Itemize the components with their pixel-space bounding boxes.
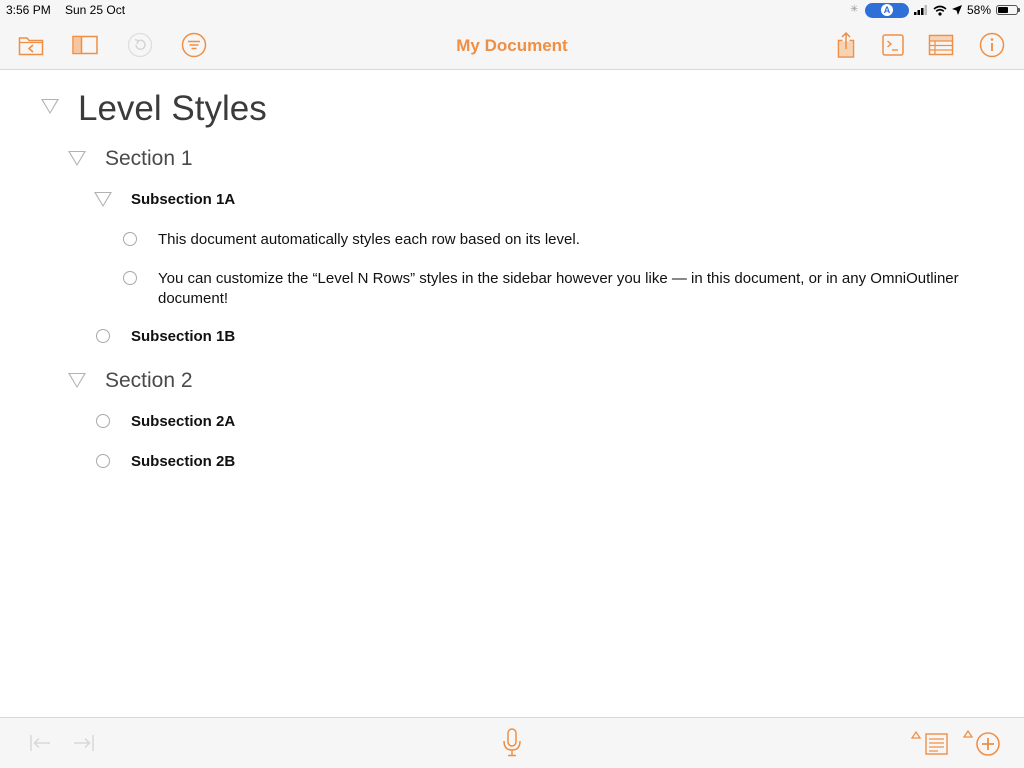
outline-row-section2[interactable]: Section 2 <box>0 369 1024 399</box>
document-title[interactable]: My Document <box>0 36 1024 56</box>
disclosure-triangle-icon[interactable] <box>41 99 59 114</box>
wifi-icon <box>933 5 947 16</box>
info-button[interactable] <box>979 32 1005 58</box>
dictation-button[interactable] <box>500 728 524 757</box>
row-handle-circle-icon[interactable] <box>96 454 110 468</box>
outline-row-leaf[interactable]: You can customize the “Level N Rows” sty… <box>0 270 1024 312</box>
outline-row-subsection2b[interactable]: Subsection 2B <box>0 453 1024 475</box>
add-row-button[interactable] <box>962 729 1002 756</box>
outdent-icon <box>30 735 50 751</box>
console-button[interactable] <box>880 32 906 58</box>
outline-row-subsection1a[interactable]: Subsection 1A <box>0 191 1024 213</box>
status-indicators: ✳ A 58% <box>849 2 1020 18</box>
columns-icon <box>928 34 954 56</box>
disclosure-triangle-icon[interactable] <box>68 151 86 166</box>
status-bar: 3:56 PM Sun 25 Oct ✳ A 58% <box>0 0 1024 20</box>
row-handle-circle-icon[interactable] <box>96 329 110 343</box>
top-toolbar: My Document <box>0 20 1024 70</box>
status-time: 3:56 PM <box>6 3 51 17</box>
disclosure-triangle-icon[interactable] <box>94 192 112 207</box>
row-text[interactable]: You can customize the “Level N Rows” sty… <box>158 269 1008 309</box>
info-icon <box>979 32 1005 58</box>
share-icon <box>837 31 855 58</box>
row-text[interactable]: Subsection 2B <box>131 453 235 470</box>
outdent-button[interactable] <box>28 730 54 756</box>
microphone-icon <box>503 728 521 757</box>
cellular-signal-icon <box>913 5 927 15</box>
outline-row-subsection2a[interactable]: Subsection 2A <box>0 413 1024 435</box>
activity-spinner-icon: ✳ <box>849 4 859 15</box>
indent-button[interactable] <box>70 730 96 756</box>
console-icon <box>882 34 904 56</box>
outline-row-title[interactable]: Level Styles <box>0 89 1024 139</box>
battery-percent: 58% <box>966 3 991 17</box>
row-text[interactable]: This document automatically styles each … <box>158 230 1008 250</box>
outline-row-subsection1b[interactable]: Subsection 1B <box>0 328 1024 350</box>
row-text[interactable]: Subsection 1B <box>131 328 235 345</box>
battery-icon <box>996 5 1020 15</box>
indent-icon <box>74 735 94 751</box>
row-handle-circle-icon[interactable] <box>96 414 110 428</box>
add-note-icon <box>910 730 948 755</box>
row-text[interactable]: Section 2 <box>105 369 193 393</box>
bottom-toolbar <box>0 717 1024 768</box>
share-button[interactable] <box>833 31 859 58</box>
row-handle-circle-icon[interactable] <box>123 232 137 246</box>
row-text[interactable]: Subsection 2A <box>131 413 235 430</box>
add-row-icon <box>962 729 1000 756</box>
row-text[interactable]: Subsection 1A <box>131 191 235 208</box>
row-text[interactable]: Level Styles <box>78 89 267 129</box>
columns-button[interactable] <box>928 32 954 58</box>
row-text[interactable]: Section 1 <box>105 147 193 171</box>
disclosure-triangle-icon[interactable] <box>68 373 86 388</box>
status-date: Sun 25 Oct <box>65 3 126 17</box>
outline-row-leaf[interactable]: This document automatically styles each … <box>0 231 1024 253</box>
location-arrow-icon <box>951 5 962 15</box>
row-handle-circle-icon[interactable] <box>123 271 137 285</box>
outline-row-section1[interactable]: Section 1 <box>0 147 1024 177</box>
add-note-button[interactable] <box>910 730 950 756</box>
navigation-indicator-icon: A <box>864 2 909 18</box>
